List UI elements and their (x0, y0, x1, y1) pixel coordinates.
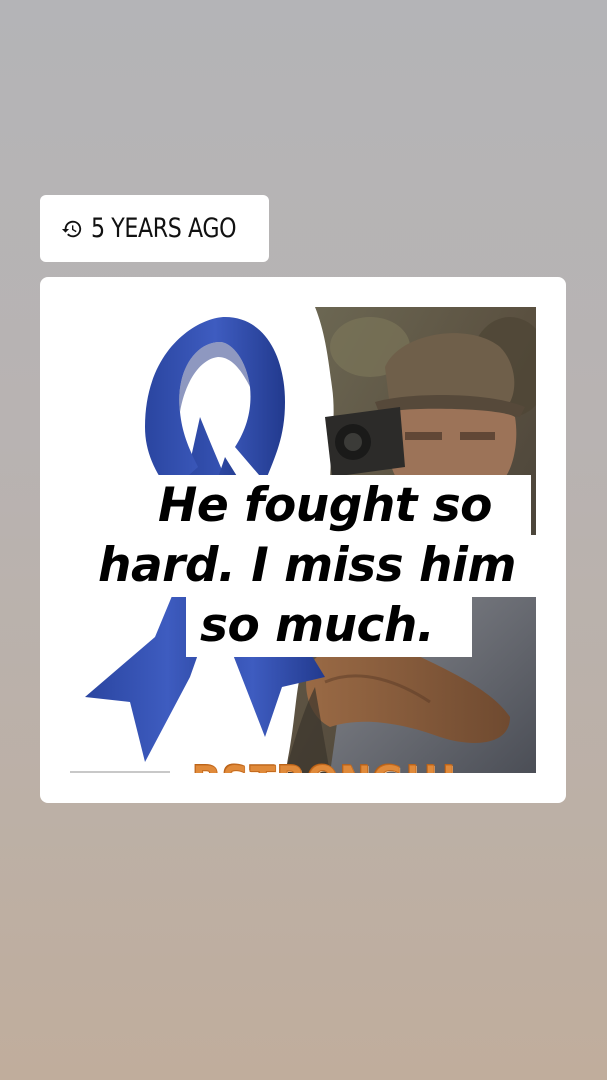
memory-time-label: 5 YEARS AGO (91, 213, 237, 244)
memory-time-badge: 5 YEARS AGO (40, 195, 269, 262)
history-icon (60, 217, 84, 241)
memory-post-card[interactable]: He fought so hard. I miss him so much. B… (40, 277, 566, 803)
face (387, 408, 517, 482)
caption-line-3: so much. (186, 595, 472, 657)
bstrong-text: BSTRONG!!! (192, 757, 458, 774)
memory-photo: He fought so hard. I miss him so much. B… (70, 307, 536, 773)
caption-line-2: hard. I miss him (90, 535, 536, 597)
caption-line-1: He fought so (148, 475, 531, 537)
